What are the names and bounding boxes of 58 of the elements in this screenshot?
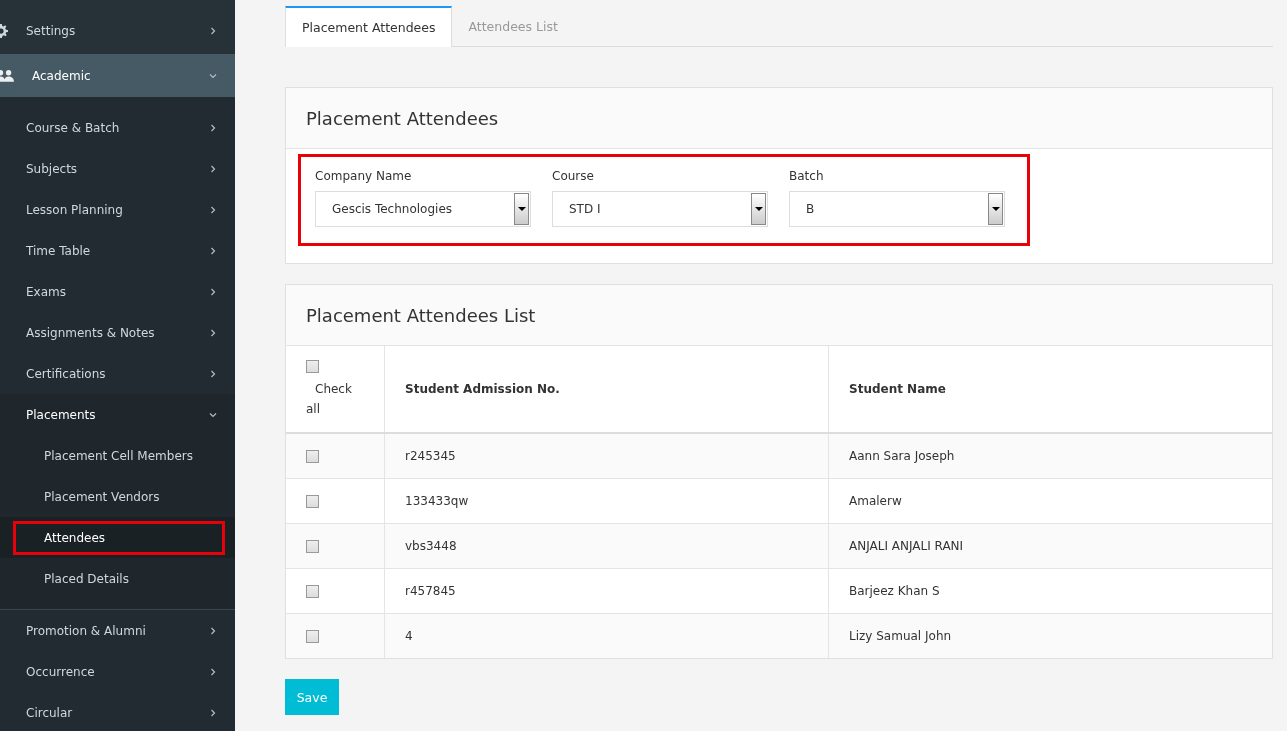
chevron-right-icon	[209, 708, 217, 717]
table-cell: r457845	[405, 584, 456, 598]
sidebar-item[interactable]: Promotion & Alumni	[0, 610, 235, 651]
chevron-right-icon	[209, 164, 217, 173]
chevron-right-icon	[209, 123, 217, 132]
table-cell: Lizy Samual John	[849, 629, 952, 643]
select-field[interactable]: B	[789, 191, 1005, 227]
tab[interactable]: Placement Attendees	[285, 6, 453, 47]
chevron-right-icon	[209, 205, 217, 214]
table-cell: ANJALI ANJALI RANI	[849, 539, 964, 553]
chevron-right-icon	[209, 369, 217, 378]
select-field[interactable]: STD I	[552, 191, 768, 227]
sidebar-item[interactable]: Assignments & Notes	[0, 312, 235, 353]
checkbox[interactable]	[306, 630, 319, 643]
card-title: Placement Attendees	[306, 107, 499, 129]
sidebar-subitem[interactable]: Placement Cell Members	[16, 441, 222, 470]
sidebar-item[interactable]: Lesson Planning	[0, 189, 235, 230]
people-icon	[0, 69, 14, 82]
table-cell: 4	[405, 629, 413, 643]
sidebar-item[interactable]: Occurrence	[0, 651, 235, 692]
sidebar-subitem[interactable]: Placement Vendors	[16, 482, 222, 511]
field-label: Company Name	[315, 169, 413, 183]
checkbox[interactable]	[306, 540, 319, 553]
sidebar-item[interactable]: Settings	[0, 0, 235, 54]
sidebar-item[interactable]: Time Table	[0, 230, 235, 271]
chevron-right-icon	[209, 328, 217, 337]
sidebar-item[interactable]: Certifications	[0, 353, 235, 394]
checkbox[interactable]	[306, 585, 319, 598]
sidebar-item[interactable]: Course & Batch	[0, 107, 235, 148]
chevron-right-icon	[209, 246, 217, 255]
sidebar-item[interactable]: Academic	[0, 54, 235, 97]
column-header: Student Admission No.	[405, 382, 560, 396]
checkbox[interactable]	[306, 495, 319, 508]
sidebar-item[interactable]: Subjects	[0, 148, 235, 189]
table-cell: r245345	[405, 449, 456, 463]
sidebar-item[interactable]: Circular	[0, 692, 235, 731]
column-header: Check all	[306, 381, 350, 418]
chevron-down-icon	[209, 71, 217, 80]
table-cell: Amalerw	[849, 494, 902, 508]
field-label: Batch	[789, 169, 825, 183]
chevron-right-icon	[209, 667, 217, 676]
chevron-right-icon	[209, 626, 217, 635]
sidebar-subitem[interactable]: Placed Details	[16, 564, 222, 593]
field-label: Course	[552, 169, 595, 183]
checkbox[interactable]	[306, 450, 319, 463]
table-cell: vbs3448	[405, 539, 457, 553]
select-field[interactable]: Gescis Technologies	[315, 191, 531, 227]
table-cell: Barjeez Khan S	[849, 584, 940, 598]
chevron-right-icon	[209, 287, 217, 296]
card-title: Placement Attendees List	[306, 304, 536, 326]
table-cell: 133433qw	[405, 494, 469, 508]
table-cell: Aann Sara Joseph	[849, 449, 955, 463]
chevron-right-icon	[209, 27, 217, 35]
chevron-down-icon	[209, 410, 217, 419]
sidebar-item[interactable]: Exams	[0, 271, 235, 312]
sidebar-item[interactable]: Placements	[0, 394, 235, 435]
checkbox[interactable]	[306, 360, 319, 373]
column-header: Student Name	[849, 382, 946, 396]
